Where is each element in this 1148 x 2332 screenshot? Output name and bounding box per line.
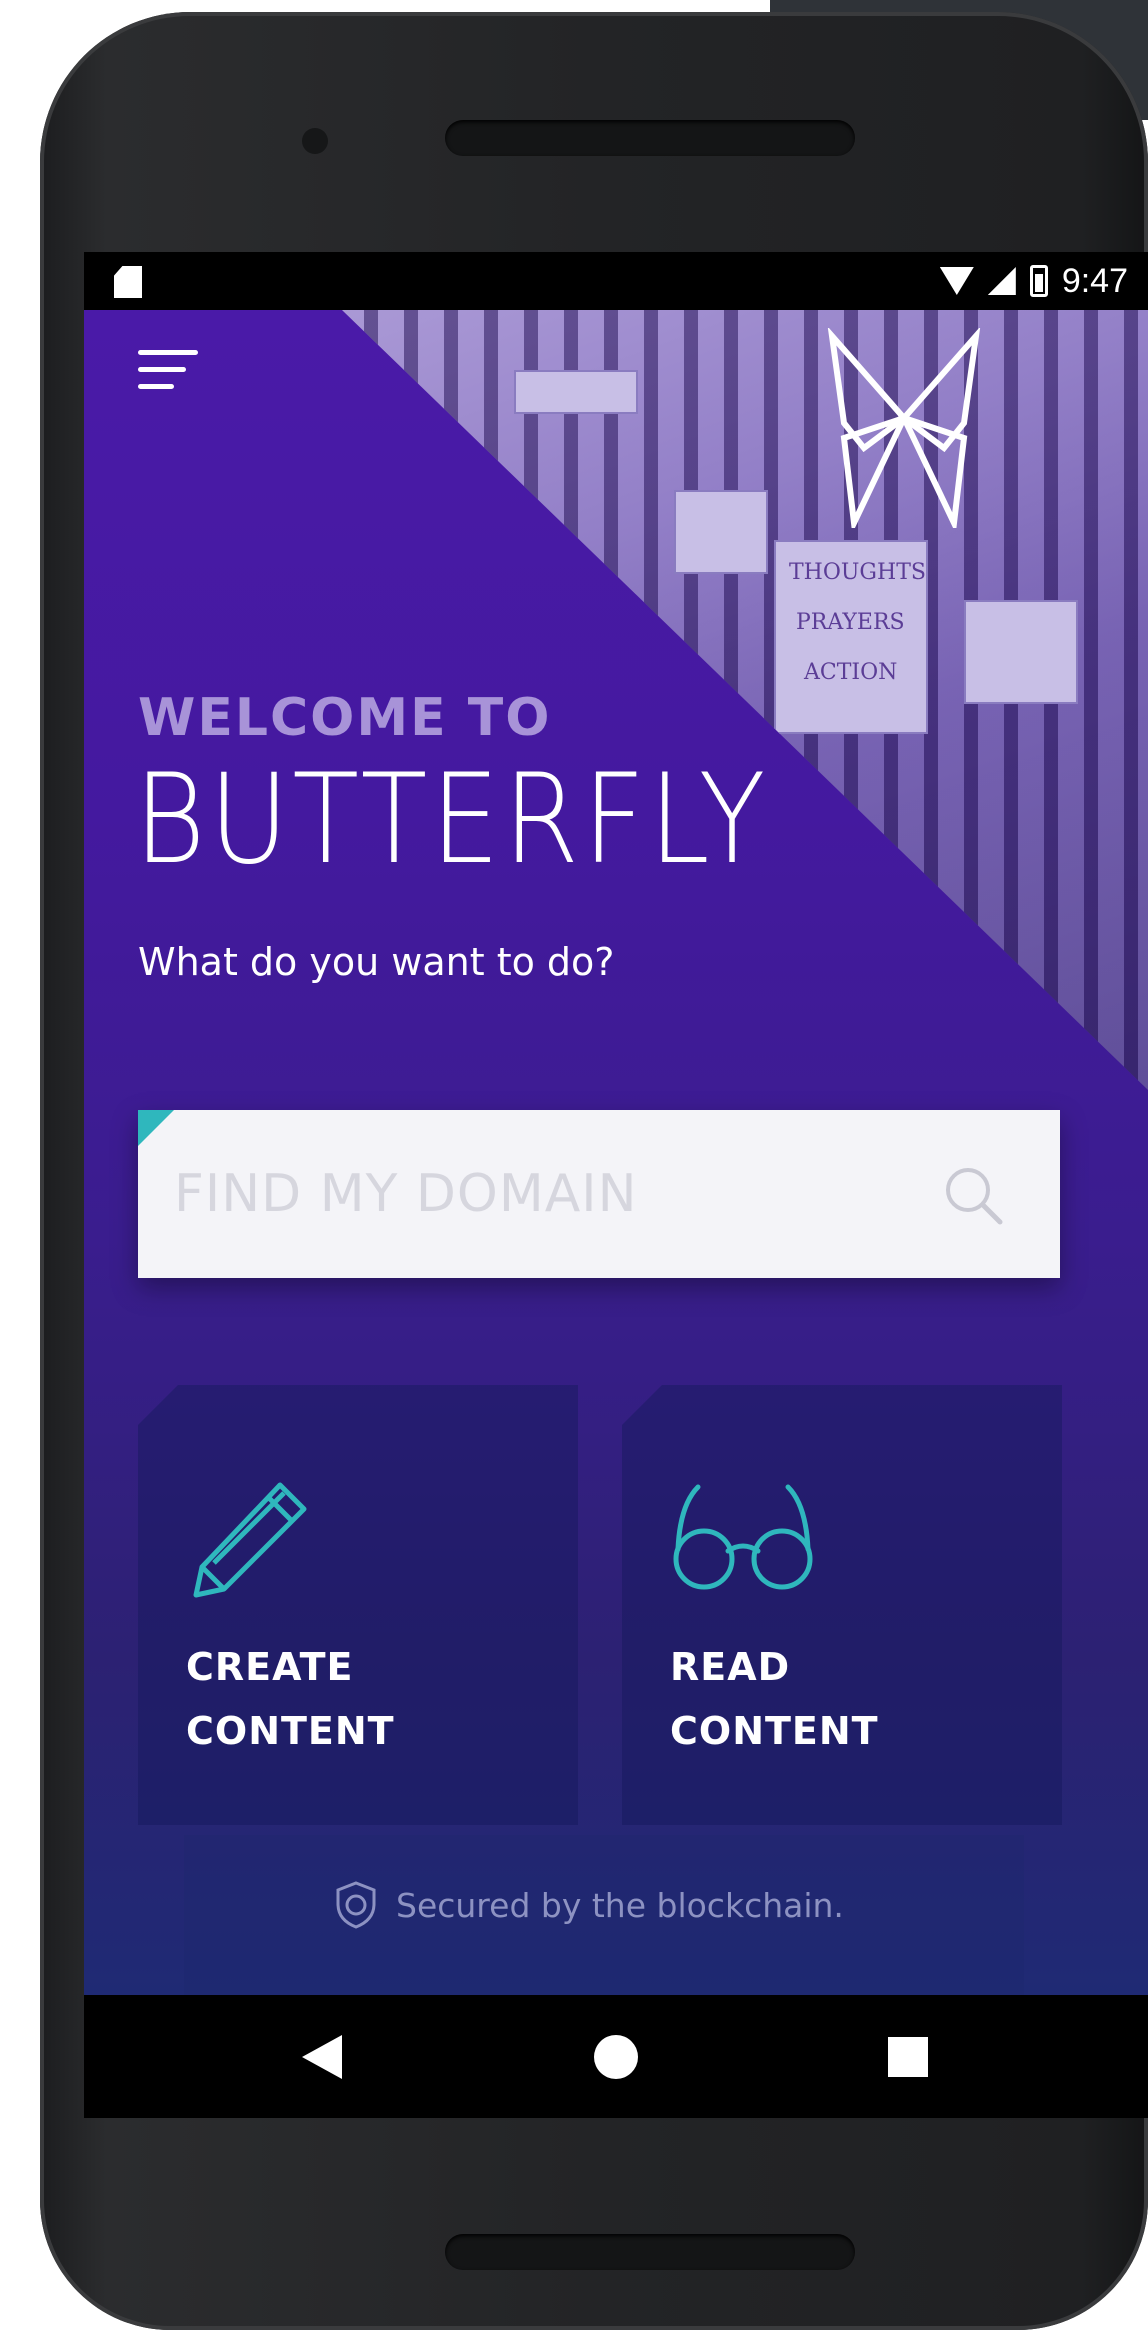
butterfly-logo-icon [827, 328, 981, 528]
prompt-text: What do you want to do? [138, 940, 615, 984]
home-icon[interactable] [594, 2035, 638, 2079]
create-content-label: CREATE CONTENT [186, 1635, 395, 1763]
status-indicators: 9:47 [939, 260, 1128, 302]
security-note-text: Secured by the blockchain. [396, 1885, 844, 1925]
status-bar: 9:47 [84, 252, 1148, 310]
domain-search-box[interactable] [138, 1110, 1060, 1278]
card-label-line: READ [670, 1645, 791, 1689]
bottom-speaker [445, 2234, 855, 2270]
shield-icon [336, 1881, 376, 1929]
read-content-label: READ CONTENT [670, 1635, 879, 1763]
welcome-heading: WELCOME TO [138, 688, 552, 748]
app-home: THOUGHTS PRAYERS ACTION WELCOME TO BUTTE… [84, 310, 1148, 1995]
hamburger-menu-icon[interactable] [138, 350, 198, 400]
recents-icon[interactable] [888, 2037, 928, 2077]
system-nav-bar [84, 1995, 1148, 2118]
wifi-icon [939, 267, 974, 295]
sign-text: THOUGHTS [789, 560, 926, 585]
protest-sign [514, 370, 638, 414]
sd-card-icon [114, 266, 142, 298]
signal-icon [987, 267, 1016, 295]
brand-title: BUTTERFLY [134, 748, 769, 892]
sign-text: PRAYERS [796, 610, 905, 635]
domain-search-input[interactable] [174, 1110, 934, 1278]
create-content-button[interactable]: CREATE CONTENT [138, 1385, 578, 1825]
status-clock: 9:47 [1061, 261, 1128, 300]
sign-text: ACTION [804, 660, 898, 685]
protest-sign [964, 600, 1078, 704]
search-icon[interactable] [940, 1162, 1006, 1228]
battery-icon [1029, 265, 1048, 297]
card-label-line: CREATE [186, 1645, 354, 1689]
front-camera [302, 128, 328, 154]
card-label-line: CONTENT [670, 1709, 879, 1753]
read-content-button[interactable]: READ CONTENT [622, 1385, 1062, 1825]
protest-sign [674, 490, 768, 574]
security-note: Secured by the blockchain. [334, 1875, 844, 1935]
earpiece-speaker [445, 120, 855, 156]
back-icon[interactable] [302, 2035, 342, 2079]
phone-screen: 9:47 THOUGHTS PRAYERS ACTION WELCOME TO … [84, 252, 1148, 2118]
pencil-icon [193, 1482, 307, 1598]
card-label-line: CONTENT [186, 1709, 395, 1753]
glasses-icon [673, 1484, 813, 1590]
